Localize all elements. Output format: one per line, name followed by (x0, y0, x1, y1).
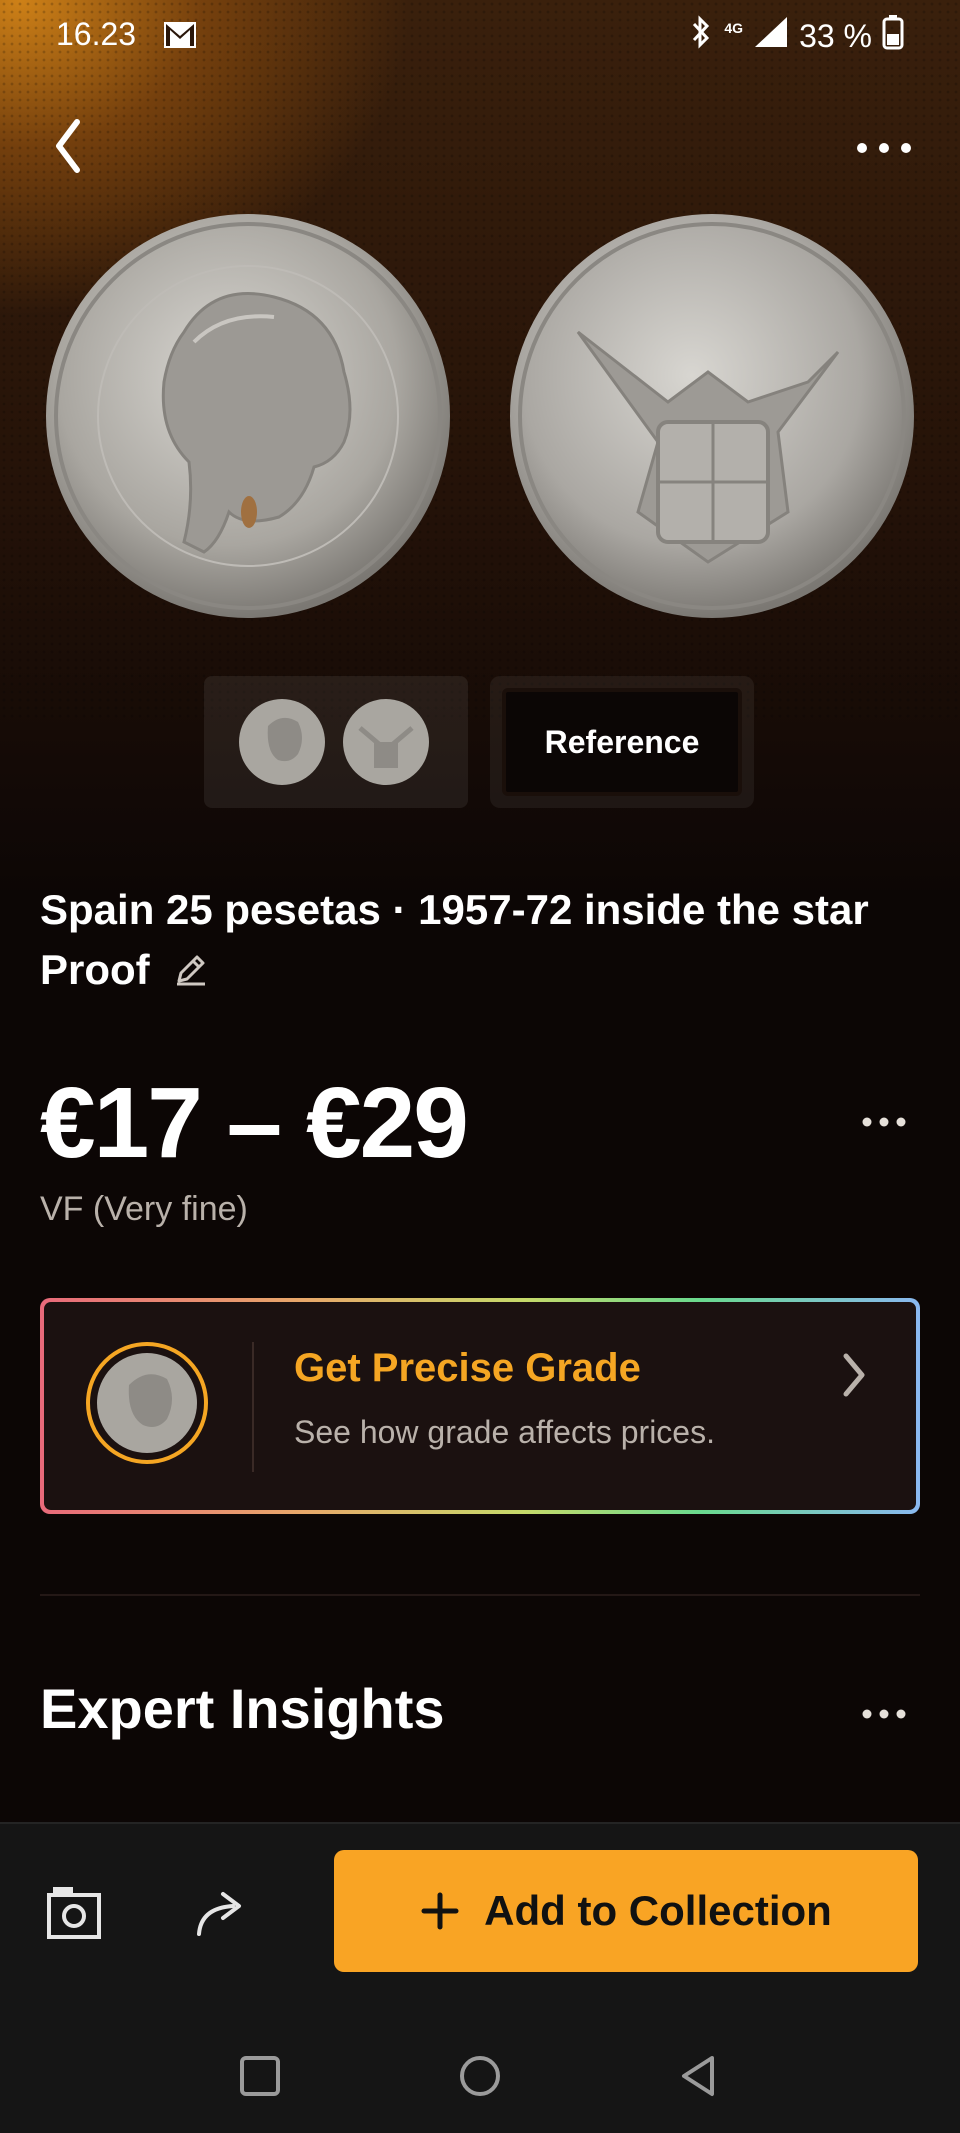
battery-icon (882, 14, 904, 58)
thumbnail-reverse[interactable] (342, 698, 430, 786)
grade-label: VF (Very fine) (40, 1190, 248, 1228)
battery-percent: 33 % (799, 17, 872, 54)
grade-card-title: Get Precise Grade (294, 1346, 641, 1390)
bluetooth-icon (688, 15, 714, 57)
insights-more-button[interactable] (848, 1692, 920, 1736)
precise-grade-card-inner: Get Precise Grade See how grade affects … (44, 1302, 916, 1510)
more-options-button[interactable] (848, 118, 920, 178)
status-right-group: 4G 33 % (688, 14, 904, 58)
add-to-collection-button[interactable]: Add to Collection (334, 1850, 918, 1972)
camera-icon (47, 1887, 101, 1939)
back-button[interactable] (40, 110, 96, 182)
insights-title: Expert Insights (40, 1677, 445, 1740)
coin-reverse-image[interactable] (508, 212, 916, 620)
mail-icon (162, 20, 198, 58)
recents-icon[interactable] (236, 2052, 284, 2100)
reference-button[interactable]: Reference (490, 676, 754, 808)
more-horizontal-icon (862, 1709, 906, 1719)
thumbnail-obverse[interactable] (238, 698, 326, 786)
chevron-right-icon (843, 1353, 865, 1397)
signal-icon (753, 15, 789, 57)
grade-coin-thumbnail (86, 1342, 208, 1464)
back-nav-icon[interactable] (676, 2052, 724, 2100)
share-icon (197, 1892, 241, 1936)
status-bar: 16.23 4G 33 % (0, 0, 960, 70)
network-type: 4G (724, 20, 744, 36)
grade-card-subtitle: See how grade affects prices. (294, 1414, 715, 1450)
coin-obverse-image[interactable] (44, 212, 452, 620)
reference-label: Reference (502, 688, 742, 796)
plus-icon (421, 1892, 459, 1930)
status-time: 16.23 (56, 16, 137, 52)
share-button[interactable] (190, 1880, 254, 1944)
section-divider (40, 1594, 920, 1596)
more-horizontal-icon (857, 143, 911, 153)
chevron-left-icon (56, 119, 80, 173)
more-horizontal-icon (862, 1117, 906, 1127)
precise-grade-card[interactable]: Get Precise Grade See how grade affects … (40, 1298, 920, 1514)
coin-title: Spain 25 pesetas · 1957-72 inside the st… (40, 880, 920, 1003)
add-to-collection-label: Add to Collection (484, 1887, 832, 1934)
coin-title-text: Spain 25 pesetas · 1957-72 inside the st… (40, 886, 869, 993)
camera-button[interactable] (42, 1880, 106, 1944)
pencil-icon[interactable] (173, 943, 209, 1003)
price-range: €17 – €29 (40, 1067, 469, 1179)
grade-divider (252, 1342, 254, 1472)
thumbnail-selector[interactable] (204, 676, 468, 808)
home-icon[interactable] (456, 2052, 504, 2100)
price-more-button[interactable] (848, 1100, 920, 1144)
